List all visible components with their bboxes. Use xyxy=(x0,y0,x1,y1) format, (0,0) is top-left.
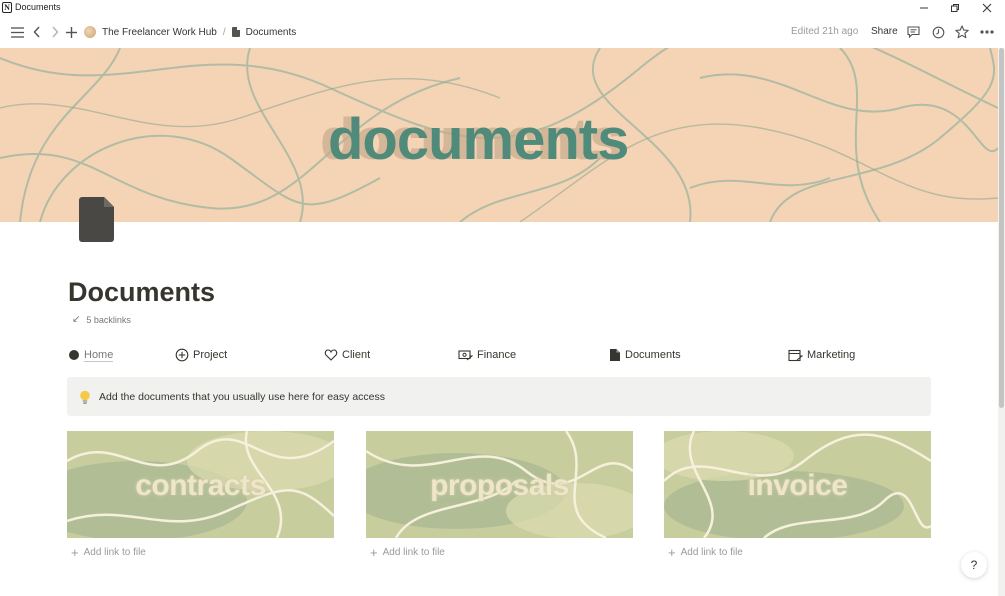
menu-icon[interactable] xyxy=(8,17,26,47)
nav-documents[interactable]: Documents xyxy=(609,346,681,364)
nav-finance-label: Finance xyxy=(477,349,517,361)
window-titlebar: N Documents xyxy=(0,0,1005,16)
workspace-avatar[interactable] xyxy=(84,26,96,38)
callout-block[interactable]: Add the documents that you usually use h… xyxy=(67,377,931,416)
comments-icon[interactable] xyxy=(905,17,921,47)
edited-timestamp: Edited 21h ago xyxy=(791,26,859,37)
cover-title: documents xyxy=(328,107,629,172)
breadcrumb-separator: / xyxy=(222,26,226,38)
plus-circle-icon xyxy=(175,348,189,362)
document-icon xyxy=(609,348,621,362)
add-link-label: Add link to file xyxy=(83,547,146,558)
minimize-icon[interactable] xyxy=(909,0,939,16)
heart-chat-icon xyxy=(324,348,338,362)
plus-icon: + xyxy=(71,545,79,560)
add-link-contracts[interactable]: + Add link to file xyxy=(71,545,146,560)
nav-finance[interactable]: Finance xyxy=(458,346,516,364)
nav-client[interactable]: Client xyxy=(324,346,370,364)
card-label-invoice: invoice xyxy=(747,469,848,502)
document-icon xyxy=(231,27,240,37)
nav-marketing[interactable]: Marketing xyxy=(788,346,855,364)
add-link-label: Add link to file xyxy=(680,547,743,558)
plus-icon: + xyxy=(668,545,676,560)
page-topbar: The Freelancer Work Hub / Documents Edit… xyxy=(0,17,1005,47)
card-invoice[interactable]: invoice xyxy=(664,431,931,538)
page-document-icon[interactable] xyxy=(79,197,114,242)
add-link-proposals[interactable]: + Add link to file xyxy=(370,545,445,560)
add-link-label: Add link to file xyxy=(382,547,445,558)
forward-icon[interactable] xyxy=(48,17,62,47)
scrollbar[interactable] xyxy=(998,48,1005,596)
favorite-icon[interactable] xyxy=(954,17,970,47)
money-arrow-icon xyxy=(458,349,473,361)
window-title: Documents xyxy=(15,2,61,12)
more-icon[interactable] xyxy=(978,17,996,47)
backlinks-count: 5 backlinks xyxy=(86,314,131,325)
breadcrumb-workspace[interactable]: The Freelancer Work Hub xyxy=(102,27,217,38)
page-cover: documents documents xyxy=(0,48,998,222)
calendar-arrow-icon xyxy=(788,348,803,362)
scrollbar-thumb[interactable] xyxy=(999,48,1004,408)
share-button[interactable]: Share xyxy=(871,17,898,47)
nav-links: Home Project Client Finance Documents Ma… xyxy=(68,346,938,364)
add-link-invoice[interactable]: + Add link to file xyxy=(668,545,743,560)
nav-project-label: Project xyxy=(193,349,228,361)
nav-documents-label: Documents xyxy=(625,349,681,361)
circle-icon xyxy=(68,349,80,361)
close-icon[interactable] xyxy=(972,0,1002,16)
card-contracts[interactable]: contracts xyxy=(67,431,334,538)
callout-text: Add the documents that you usually use h… xyxy=(99,390,385,403)
breadcrumb: The Freelancer Work Hub / Documents xyxy=(84,17,296,47)
nav-project[interactable]: Project xyxy=(175,346,227,364)
backlinks-button[interactable]: ↙ 5 backlinks xyxy=(72,314,131,325)
page-title[interactable]: Documents xyxy=(68,277,215,308)
add-icon[interactable] xyxy=(64,17,78,47)
breadcrumb-current-page[interactable]: Documents xyxy=(246,27,297,38)
nav-marketing-label: Marketing xyxy=(807,349,856,361)
notion-app-icon: N xyxy=(2,2,12,13)
help-button[interactable]: ? xyxy=(961,552,987,578)
back-icon[interactable] xyxy=(30,17,44,47)
updates-icon[interactable] xyxy=(930,17,946,47)
nav-client-label: Client xyxy=(342,349,371,361)
lightbulb-icon xyxy=(79,390,91,404)
nav-home-label: Home xyxy=(84,348,114,362)
card-label-proposals: proposals xyxy=(430,469,569,502)
card-label-contracts: contracts xyxy=(135,469,266,502)
plus-icon: + xyxy=(370,545,378,560)
backlink-arrow-icon: ↙ xyxy=(72,314,81,325)
card-proposals[interactable]: proposals xyxy=(366,431,633,538)
nav-home[interactable]: Home xyxy=(68,346,114,364)
restore-icon[interactable] xyxy=(940,0,970,16)
